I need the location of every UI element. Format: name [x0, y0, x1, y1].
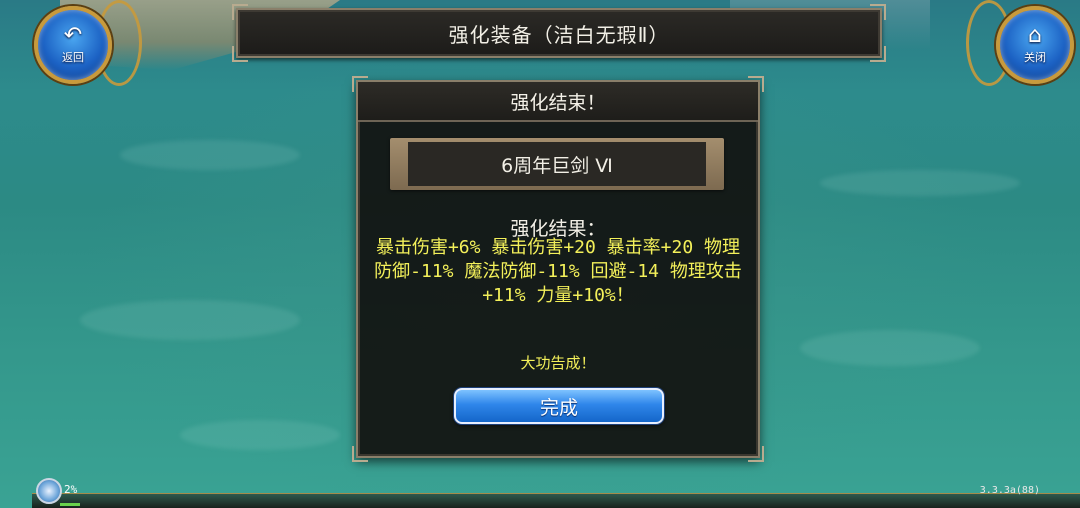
- done-button[interactable]: 完成: [454, 388, 664, 424]
- status-orb-icon[interactable]: [36, 478, 62, 504]
- water-highlight: [80, 300, 300, 340]
- experience-bar: [32, 493, 1080, 508]
- frame-corner-ornament: [352, 446, 368, 462]
- version-label: 3.3.3a(88): [979, 485, 1040, 496]
- page-title-bar: 强化装备（洁白无瑕Ⅱ）: [232, 4, 886, 62]
- game-scene: ↶ 返回 ⌂ 关闭 强化装备（洁白无瑕Ⅱ） 强化结束！ 6周年巨剑 Ⅵ 强化结果…: [0, 0, 1080, 508]
- page-title: 强化装备（洁白无瑕Ⅱ）: [448, 22, 670, 47]
- return-arrow-icon: ↶: [63, 23, 83, 48]
- close-button-label: 关闭: [1024, 51, 1046, 64]
- water-highlight: [120, 140, 300, 170]
- frame-corner-ornament: [870, 46, 886, 62]
- water-highlight: [820, 170, 1020, 196]
- water-highlight: [180, 420, 340, 450]
- experience-bar-fill: [60, 503, 80, 506]
- success-message: 大功告成！: [520, 354, 596, 372]
- frame-corner-ornament: [748, 446, 764, 462]
- progress-percent: 2%: [64, 483, 78, 496]
- close-button[interactable]: ⌂ 关闭: [996, 6, 1074, 84]
- back-button-label: 返回: [62, 51, 84, 64]
- result-stats-text: 暴击伤害+6% 暴击伤害+20 暴击率+20 物理防御-11% 魔法防御-11%…: [374, 237, 742, 306]
- water-highlight: [800, 330, 980, 366]
- item-name-box: 6周年巨剑 Ⅵ: [408, 142, 706, 186]
- item-name: 6周年巨剑 Ⅵ: [501, 154, 613, 177]
- home-icon: ⌂: [1028, 23, 1042, 48]
- done-button-label: 完成: [539, 396, 578, 419]
- frame-corner-ornament: [870, 4, 886, 20]
- enhance-result-dialog: 强化结束！ 6周年巨剑 Ⅵ 强化结果： 暴击伤害+6% 暴击伤害+20 暴击率+…: [352, 76, 764, 462]
- frame-corner-ornament: [232, 46, 248, 62]
- item-name-plate: 6周年巨剑 Ⅵ: [390, 138, 724, 190]
- frame-corner-ornament: [232, 4, 248, 20]
- dialog-title-bar: 强化结束！: [358, 82, 758, 122]
- dialog-title: 强化结束！: [510, 91, 606, 114]
- back-button[interactable]: ↶ 返回: [34, 6, 112, 84]
